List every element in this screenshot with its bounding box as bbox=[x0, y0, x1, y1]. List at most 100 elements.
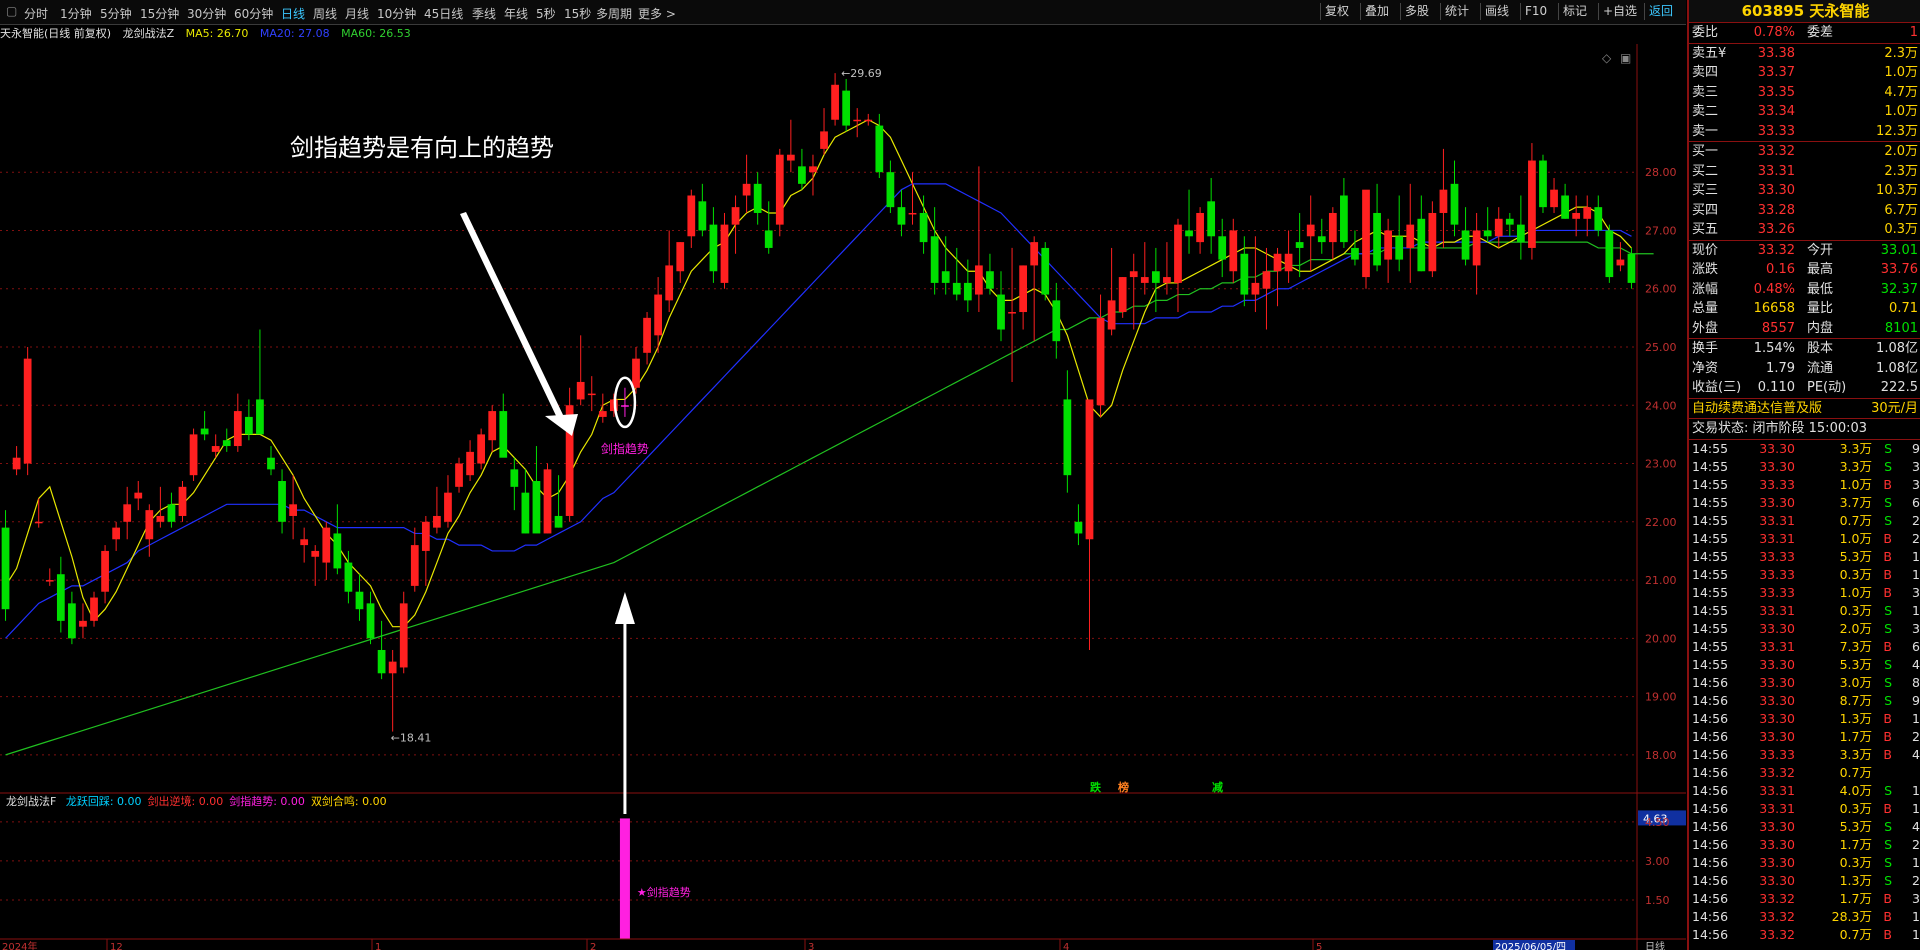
timeframe-tab-16[interactable]: 更多 > bbox=[638, 5, 676, 22]
marker-label: 减 bbox=[1212, 780, 1223, 794]
timeframe-tab-4[interactable]: 30分钟 bbox=[187, 5, 226, 22]
ma5-line bbox=[5, 119, 1632, 628]
candle-body bbox=[211, 446, 220, 452]
price-tick-label: 26.00 bbox=[1645, 283, 1677, 296]
toolbar-button-5[interactable]: F10 bbox=[1520, 3, 1551, 20]
toolbar-button-4[interactable]: 画线 bbox=[1480, 3, 1513, 20]
tick-side: B bbox=[1883, 926, 1892, 942]
candle-body bbox=[1107, 300, 1116, 330]
tick-volume: 0.3万 bbox=[1839, 854, 1872, 870]
tick-price: 33.30 bbox=[1759, 872, 1795, 888]
stat-value: 1.54% bbox=[1753, 341, 1795, 356]
candle-body bbox=[698, 201, 707, 231]
tick-row: 14:56 33.32 0.7万 B 1 bbox=[1689, 926, 1920, 944]
promo-row[interactable]: 自动续费通达信普及版 30元/月 bbox=[1689, 397, 1920, 419]
stat-value: 1.79 bbox=[1766, 360, 1795, 376]
indicator-value-2: 剑指趋势: 0.00 bbox=[229, 795, 305, 808]
tick-list[interactable]: 14:55 33.30 3.3万 S 9 14:55 33.30 3.3万 S 3 14:55 33.… bbox=[1689, 438, 1920, 944]
timeframe-tab-13[interactable]: 5秒 bbox=[536, 5, 556, 22]
tick-price: 33.31 bbox=[1759, 800, 1795, 816]
stat-value: 33.01 bbox=[1880, 242, 1918, 258]
timeframe-tab-14[interactable]: 15秒 bbox=[564, 5, 591, 22]
candle-body bbox=[1229, 230, 1238, 272]
candle-body bbox=[665, 265, 674, 301]
candle-body bbox=[189, 434, 198, 476]
tick-count: 1 bbox=[1912, 854, 1920, 870]
candle-body bbox=[1251, 282, 1260, 295]
tick-count: 2 bbox=[1912, 872, 1920, 888]
tick-time: 14:56 bbox=[1692, 890, 1729, 906]
tick-price: 33.30 bbox=[1759, 494, 1795, 510]
tick-price: 33.30 bbox=[1759, 458, 1795, 474]
candle-body bbox=[23, 358, 32, 464]
timeframe-tab-12[interactable]: 年线 bbox=[504, 5, 528, 22]
candle-body bbox=[731, 207, 740, 225]
candle-body bbox=[1539, 160, 1547, 208]
kline-chart[interactable]: 28.0027.0026.0025.0024.0023.0022.0021.00… bbox=[0, 44, 1686, 950]
tick-time: 14:56 bbox=[1692, 926, 1729, 942]
candle-body bbox=[1428, 212, 1437, 272]
weibi-value: 0.78% bbox=[1753, 25, 1795, 40]
bid-row: 买四 33.28 6.7万 bbox=[1689, 201, 1920, 221]
timeframe-tab-5[interactable]: 60分钟 bbox=[234, 5, 273, 22]
candle-body bbox=[1008, 312, 1016, 314]
tick-volume: 1.7万 bbox=[1839, 836, 1872, 852]
tick-time: 14:55 bbox=[1692, 476, 1729, 492]
toolbar-button-7[interactable]: +自选 bbox=[1598, 3, 1641, 20]
candle-body bbox=[1461, 230, 1470, 260]
toolbar-button-6[interactable]: 标记 bbox=[1558, 3, 1591, 20]
tick-row: 14:56 33.30 0.3万 S 1 bbox=[1689, 854, 1920, 872]
tick-volume: 3.3万 bbox=[1839, 458, 1872, 474]
ask-label: 卖四 bbox=[1692, 65, 1719, 80]
indicator-axis-label: 1.50 bbox=[1645, 894, 1670, 907]
candle-body bbox=[952, 282, 961, 295]
stat-label: 今开 bbox=[1807, 242, 1834, 258]
candle-body bbox=[1605, 230, 1614, 278]
candle-body bbox=[355, 591, 364, 610]
candle-body bbox=[1328, 212, 1337, 243]
timeframe-tab-9[interactable]: 10分钟 bbox=[377, 5, 416, 22]
chart-stock-label: 天永智能(日线 前复权) bbox=[0, 27, 112, 40]
date-axis-label: 2024年 bbox=[2, 940, 37, 950]
toolbar-button-2[interactable]: 多股 bbox=[1400, 3, 1433, 20]
candle-body bbox=[930, 236, 939, 283]
tick-price: 33.31 bbox=[1759, 512, 1795, 528]
timeframe-tab-10[interactable]: 45日线 bbox=[424, 5, 463, 22]
tick-side: S bbox=[1884, 782, 1892, 798]
timeframe-tab-3[interactable]: 15分钟 bbox=[140, 5, 179, 22]
candle-body bbox=[842, 90, 851, 126]
candle-body bbox=[68, 603, 76, 639]
tick-volume: 8.7万 bbox=[1839, 692, 1872, 708]
toolbar-button-0[interactable]: 复权 bbox=[1320, 3, 1353, 20]
candle-body bbox=[676, 242, 685, 272]
toolbar-grid-icon[interactable]: ▢ bbox=[6, 4, 17, 18]
tick-side: B bbox=[1883, 908, 1892, 924]
candle-body bbox=[919, 212, 928, 243]
toolbar-button-8[interactable]: 返回 bbox=[1644, 3, 1677, 20]
candle-body bbox=[1174, 224, 1182, 283]
stat-row: 现价 33.32 今开 33.01 bbox=[1689, 239, 1920, 261]
timeframe-tab-1[interactable]: 1分钟 bbox=[60, 5, 92, 22]
toolbar-button-3[interactable]: 统计 bbox=[1440, 3, 1473, 20]
tick-side: B bbox=[1883, 800, 1892, 816]
timeframe-tab-8[interactable]: 月线 bbox=[345, 5, 369, 22]
candle-body bbox=[521, 492, 530, 534]
timeframe-tab-6[interactable]: 日线 bbox=[281, 5, 305, 22]
candle-body bbox=[941, 271, 950, 283]
indicator-name[interactable]: 龙剑战法Z bbox=[123, 27, 175, 40]
candle-body bbox=[1340, 195, 1348, 243]
timeframe-tab-2[interactable]: 5分钟 bbox=[100, 5, 132, 22]
timeframe-tab-0[interactable]: 分时 bbox=[24, 5, 48, 22]
toolbar-button-1[interactable]: 叠加 bbox=[1360, 3, 1393, 20]
timeframe-tab-15[interactable]: 多周期 bbox=[596, 5, 632, 22]
candle-body bbox=[1151, 271, 1160, 283]
stat-value: 1.08亿 bbox=[1876, 360, 1918, 376]
timeframe-tab-11[interactable]: 季线 bbox=[472, 5, 496, 22]
timeframe-tab-7[interactable]: 周线 bbox=[313, 5, 337, 22]
candle-body bbox=[598, 411, 607, 417]
candle-body bbox=[576, 381, 585, 400]
tick-count: 3 bbox=[1912, 458, 1920, 474]
candle-body bbox=[1439, 189, 1448, 213]
tick-count: 3 bbox=[1912, 620, 1920, 636]
tick-row: 14:55 33.31 7.3万 B 6 bbox=[1689, 638, 1920, 656]
